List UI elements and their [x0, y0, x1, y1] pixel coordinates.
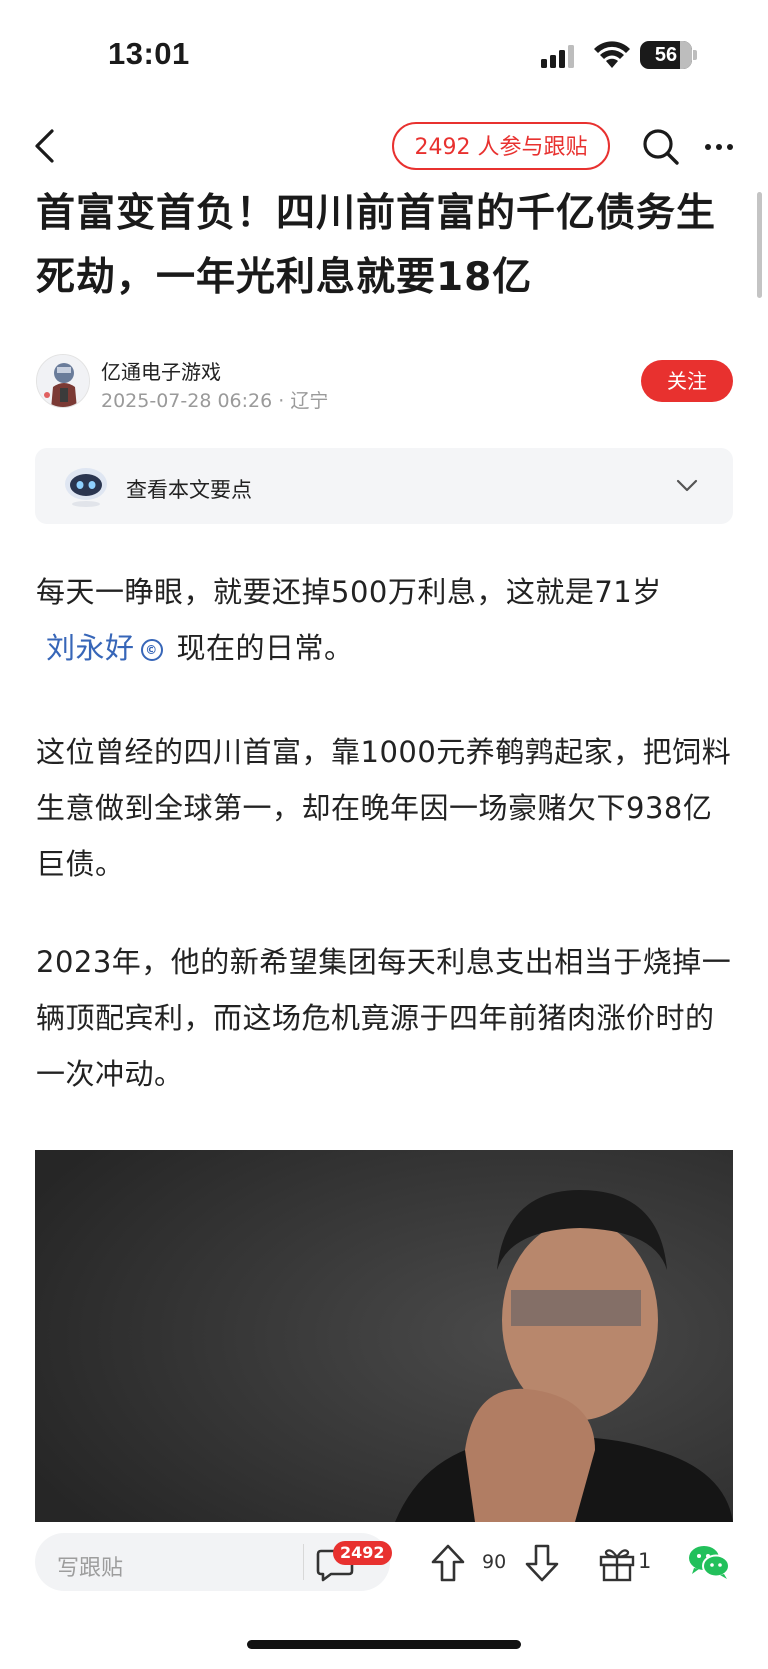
comment-input-placeholder: 写跟贴: [57, 1556, 124, 1581]
link-badge-icon: ©: [140, 639, 163, 661]
comment-count-badge: 2492: [333, 1541, 392, 1565]
paragraph-3: 2023年，他的新希望集团每天利息支出相当于烧掉一辆顶配宾利，而这场危机竟源于四…: [36, 945, 732, 1091]
participants-button[interactable]: 2492 人参与跟贴: [392, 122, 610, 170]
home-indicator[interactable]: [247, 1640, 521, 1649]
input-divider: [303, 1544, 304, 1580]
publish-meta: 2025-07-28 06:26 · 辽宁: [101, 390, 329, 412]
chevron-down-icon[interactable]: [676, 479, 698, 493]
search-icon[interactable]: [642, 128, 680, 166]
article-photo[interactable]: [35, 1150, 733, 1522]
status-time: 13:01: [108, 36, 190, 71]
paragraph-1: 每天一睁眼，就要还掉500万利息，这就是71岁 刘永好 © 现在的日常。: [36, 564, 733, 676]
author-name[interactable]: 亿通电子游戏: [101, 356, 221, 385]
paragraph-1-text-a: 每天一睁眼，就要还掉500万利息，这就是71岁: [36, 575, 662, 609]
article-title: 首富变首负！四川前首富的千亿债务生死劫，一年光利息就要18亿: [36, 191, 717, 300]
downvote-icon[interactable]: [524, 1543, 560, 1583]
back-icon[interactable]: [32, 128, 56, 164]
summary-label: 查看本文要点: [126, 478, 252, 502]
battery-level: 56: [654, 44, 678, 66]
wifi-icon: [594, 41, 630, 68]
upvote-icon[interactable]: [430, 1543, 466, 1583]
battery-tip: [693, 50, 697, 60]
battery-icon: 56: [640, 41, 692, 69]
ai-robot-icon: [65, 468, 107, 507]
gift-count: 1: [638, 1549, 652, 1573]
upvote-count: 90: [482, 1551, 507, 1573]
person-link[interactable]: 刘永好: [46, 631, 135, 665]
more-icon[interactable]: [704, 143, 734, 151]
scrollbar[interactable]: [757, 192, 762, 298]
cellular-signal-icon: [541, 45, 574, 68]
paragraph-1-text-b: 现在的日常。: [176, 631, 354, 665]
paragraph-2: 这位曾经的四川首富，靠1000元养鹌鹑起家，把饲料生意做到全球第一，却在晚年因一…: [36, 735, 732, 881]
follow-button[interactable]: 关注: [641, 360, 733, 402]
author-avatar[interactable]: [36, 354, 90, 408]
gift-icon[interactable]: [598, 1544, 636, 1582]
wechat-share-icon[interactable]: [688, 1544, 730, 1580]
